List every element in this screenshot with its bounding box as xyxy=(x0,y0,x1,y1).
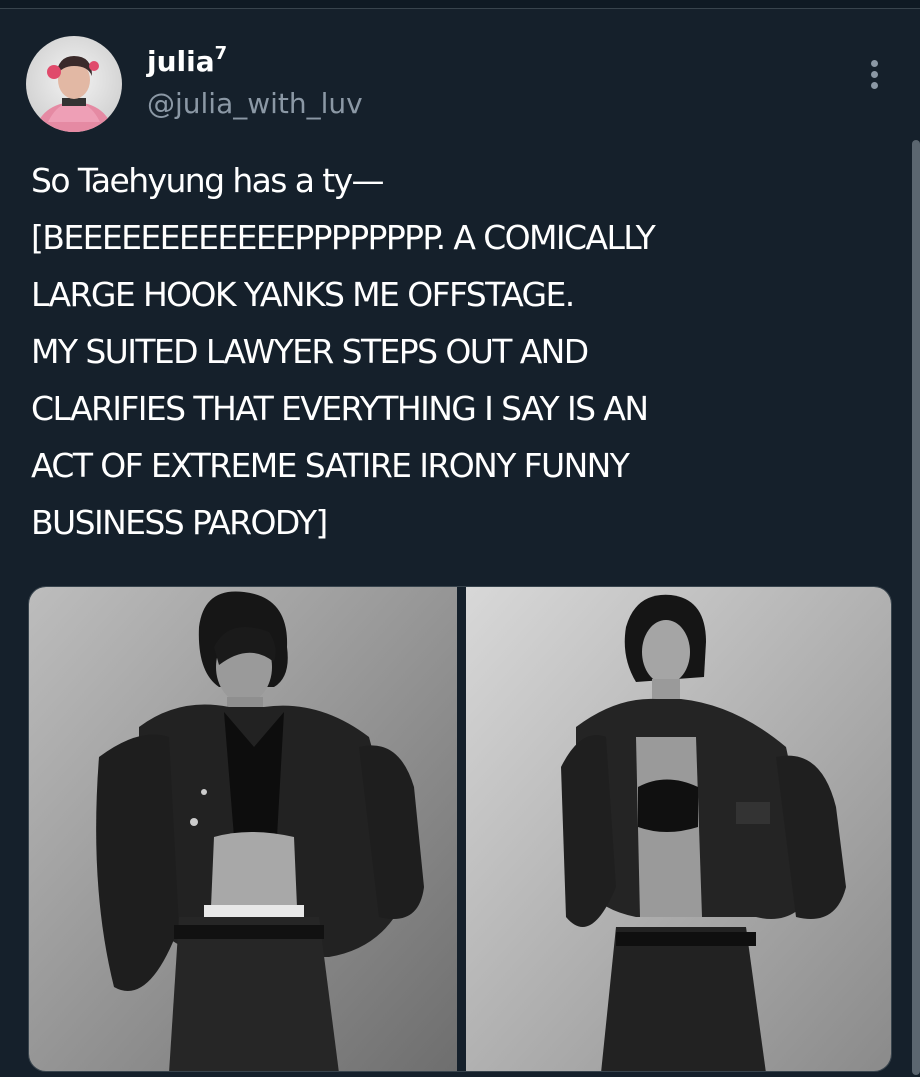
avatar[interactable] xyxy=(26,36,122,132)
tweet-text: So Taehyung has a ty— [BEEEEEEEEEEEEPPPP… xyxy=(31,152,891,551)
tweet-text-line: LARGE HOOK YANKS ME OFFSTAGE. xyxy=(31,275,575,314)
display-name-text: julia xyxy=(147,45,215,78)
more-options-button[interactable] xyxy=(860,54,890,94)
more-vertical-icon-dot xyxy=(871,71,878,78)
media-photo-1[interactable] xyxy=(29,587,457,1071)
author-handle[interactable]: @julia_with_luv xyxy=(147,86,363,122)
more-vertical-icon xyxy=(871,60,878,67)
display-name-superscript: 7 xyxy=(214,43,228,64)
avatar-image xyxy=(26,36,122,132)
photo-man-denim-jacket xyxy=(29,587,457,1071)
scrollbar[interactable] xyxy=(912,140,920,1075)
media-photo-2[interactable] xyxy=(466,587,891,1071)
author-display-name[interactable]: julia7 xyxy=(147,44,227,80)
more-vertical-icon-dot xyxy=(871,82,878,89)
photo-woman-denim-jacket xyxy=(466,587,891,1071)
tweet-text-line: ACT OF EXTREME SATIRE IRONY FUNNY xyxy=(31,446,630,485)
tweet-text-line: [BEEEEEEEEEEEEPPPPPPPP. A COMICALLY xyxy=(31,218,656,257)
tweet-text-line: CLARIFIES THAT EVERYTHING I SAY IS AN xyxy=(31,389,649,428)
tweet-text-line: MY SUITED LAWYER STEPS OUT AND xyxy=(31,332,589,371)
tweet-text-line: BUSINESS PARODY] xyxy=(31,503,328,542)
tweet-text-line: So Taehyung has a ty— xyxy=(31,161,385,200)
media-grid xyxy=(28,586,892,1072)
top-divider xyxy=(0,0,920,9)
